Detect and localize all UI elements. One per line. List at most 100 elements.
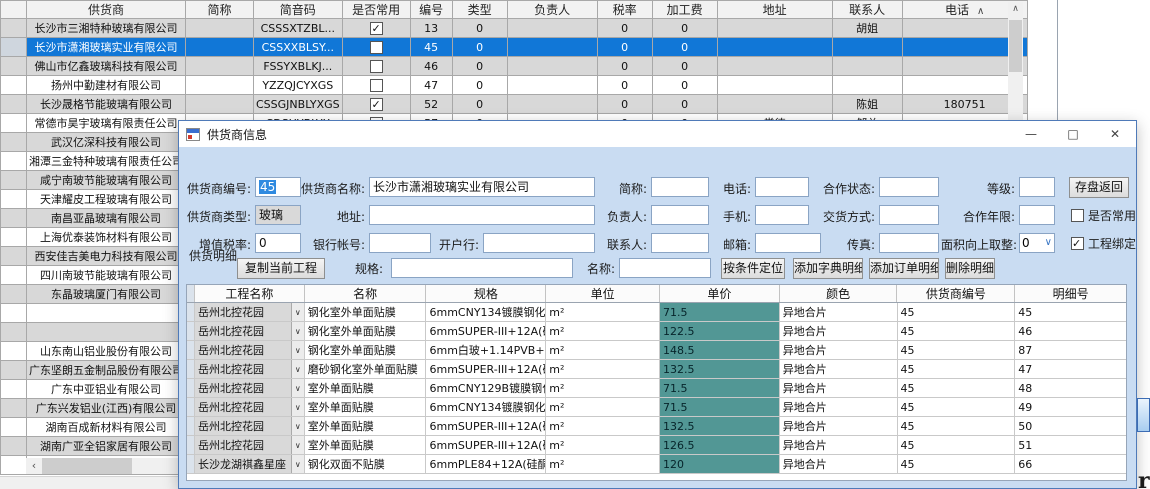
bank-account-input[interactable] [369, 233, 431, 253]
row-header[interactable] [1, 266, 27, 285]
common-use-checkbox[interactable] [370, 60, 383, 73]
column-header[interactable]: 负责人 [507, 1, 597, 19]
name-filter-input[interactable] [619, 258, 711, 278]
detail-row[interactable]: 岳州北控花园∨室外单面贴膜6mmSUPER-III+12A(硅...m²126.… [187, 436, 1126, 455]
horizontal-scroll-thumb[interactable] [42, 458, 132, 474]
column-header[interactable]: 供货商 [27, 1, 186, 19]
supplier-row[interactable]: 佛山市亿鑫玻璃科技有限公司FSSYXBLKJ...46000 [1, 57, 1028, 76]
row-header[interactable] [1, 361, 27, 380]
coop-years-input[interactable] [1019, 205, 1055, 225]
row-header[interactable] [1, 114, 27, 133]
scroll-up-icon[interactable]: ∧ [1008, 2, 1023, 17]
row-header[interactable] [187, 417, 195, 435]
row-header[interactable] [187, 398, 195, 416]
contact-input[interactable] [651, 233, 709, 253]
common-use-checkbox[interactable] [370, 79, 383, 92]
row-header[interactable] [1, 456, 27, 475]
detail-row[interactable]: 岳州北控花园∨钢化室外单面贴膜6mm白玻+1.14PVB+6mm...m²148… [187, 341, 1126, 360]
detail-column-header[interactable]: 工程名称 [195, 285, 305, 302]
common-use-checkbox[interactable] [370, 41, 383, 54]
detail-column-header[interactable]: 名称 [305, 285, 427, 302]
mobile-input[interactable] [755, 205, 809, 225]
common-use-checkbox[interactable] [1071, 209, 1084, 222]
close-button[interactable]: ✕ [1094, 121, 1136, 147]
maximize-button[interactable]: □ [1052, 121, 1094, 147]
row-header[interactable] [187, 341, 195, 359]
common-use-checkbox[interactable]: ✓ [370, 98, 383, 111]
row-header[interactable] [187, 360, 195, 378]
add-dict-detail-button[interactable]: 添加字典明细 [793, 258, 863, 279]
detail-column-header[interactable]: 明细号 [1015, 285, 1126, 302]
dropdown-icon[interactable]: ∨ [291, 398, 304, 416]
add-order-detail-button[interactable]: 添加订单明细 [869, 258, 939, 279]
supplier-type-input[interactable]: 玻璃 [255, 205, 301, 225]
save-return-button[interactable]: 存盘返回 [1069, 177, 1129, 198]
detail-column-header[interactable]: 单位 [546, 285, 660, 302]
coop-status-input[interactable] [879, 177, 939, 197]
column-header[interactable]: 税率 [597, 1, 652, 19]
project-bind-checkbox[interactable]: ✓ [1071, 237, 1084, 250]
row-header[interactable] [187, 322, 195, 340]
detail-row[interactable]: 岳州北控花园∨钢化室外单面贴膜6mmSUPER-III+12A(硅...m²12… [187, 322, 1126, 341]
row-header[interactable] [1, 228, 27, 247]
common-use-checkbox[interactable]: ✓ [370, 22, 383, 35]
common-use-checkbox-group[interactable]: 是否常用 [1071, 205, 1136, 225]
delivery-method-input[interactable] [879, 205, 939, 225]
area-round-up-select[interactable]: ∨ 0 [1019, 233, 1055, 253]
row-header[interactable] [1, 38, 27, 57]
dropdown-icon[interactable]: ∨ [291, 303, 304, 321]
detail-column-header[interactable]: 颜色 [780, 285, 898, 302]
row-header[interactable] [1, 57, 27, 76]
dropdown-icon[interactable]: ∨ [291, 341, 304, 359]
spec-filter-input[interactable] [391, 258, 573, 278]
row-header[interactable] [1, 190, 27, 209]
row-header[interactable] [1, 418, 27, 437]
row-header[interactable] [1, 76, 27, 95]
supplier-row[interactable]: 长沙市三湘特种玻璃有限公司CSSSXTZBL...✓13000胡姐 [1, 19, 1028, 38]
row-header[interactable] [1, 133, 27, 152]
supplier-name-input[interactable]: 长沙市潇湘玻璃实业有限公司 [369, 177, 595, 197]
detail-row[interactable]: 长沙龙湖祺鑫星座∨钢化双面不贴膜6mmPLE84+12A(硅酮胶...m²120… [187, 455, 1126, 474]
detail-column-header[interactable]: 规格 [426, 285, 546, 302]
row-header[interactable] [1, 247, 27, 266]
scroll-up-icon[interactable]: ∧ [977, 6, 984, 17]
row-header[interactable] [1, 323, 27, 342]
row-header[interactable] [1, 285, 27, 304]
detail-row[interactable]: 岳州北控花园∨室外单面贴膜6mmCNY134镀膜钢化m²71.5异地合片4549 [187, 398, 1126, 417]
dropdown-icon[interactable]: ∨ [291, 379, 304, 397]
phone-input[interactable] [755, 177, 809, 197]
dropdown-icon[interactable]: ∨ [291, 455, 304, 473]
row-header[interactable] [187, 379, 195, 397]
supplier-row[interactable]: 长沙晟格节能玻璃有限公司CSSGJNBLYXGS✓52000陈姐180751 [1, 95, 1028, 114]
delete-detail-button[interactable]: 删除明细 [945, 258, 995, 279]
column-header[interactable]: 类型 [452, 1, 507, 19]
dropdown-icon[interactable]: ∨ [291, 360, 304, 378]
vat-rate-input[interactable]: 0 [255, 233, 301, 253]
row-header[interactable] [1, 399, 27, 418]
supplier-row[interactable]: 长沙市潇湘玻璃实业有限公司CSSXXBLSY...45000 [1, 38, 1028, 57]
row-header[interactable] [1, 380, 27, 399]
detail-row[interactable]: 岳州北控花园∨室外单面贴膜6mmSUPER-III+12A(硅...m²132.… [187, 417, 1126, 436]
grade-input[interactable] [1019, 177, 1055, 197]
column-header[interactable]: 地址 [717, 1, 832, 19]
address-input[interactable] [369, 205, 595, 225]
detail-row[interactable]: 岳州北控花园∨磨砂钢化室外单面贴膜6mmSUPER-III+12A(硅...m²… [187, 360, 1126, 379]
supplier-row[interactable]: 扬州中勤建材有限公司YZZQJCYXGS47000 [1, 76, 1028, 95]
project-bind-checkbox-group[interactable]: ✓ 工程绑定 [1071, 233, 1136, 253]
column-header[interactable]: 是否常用 [342, 1, 410, 19]
fax-input[interactable] [879, 233, 939, 253]
row-header[interactable] [187, 455, 195, 473]
copy-current-project-button[interactable]: 复制当前工程 [237, 258, 325, 279]
column-header[interactable]: 简音码 [254, 1, 343, 19]
email-input[interactable] [755, 233, 821, 253]
bank-branch-input[interactable] [483, 233, 595, 253]
dropdown-icon[interactable]: ∨ [291, 322, 304, 340]
row-header[interactable] [1, 19, 27, 38]
column-header[interactable]: 联系人 [832, 1, 902, 19]
row-header[interactable] [1, 152, 27, 171]
dropdown-icon[interactable]: ∨ [291, 417, 304, 435]
row-header[interactable] [1, 304, 27, 323]
manager-input[interactable] [651, 205, 709, 225]
column-header[interactable]: 编号 [410, 1, 452, 19]
detail-row[interactable]: 岳州北控花园∨钢化室外单面贴膜6mmCNY134镀膜钢化m²71.5异地合片45… [187, 303, 1126, 322]
